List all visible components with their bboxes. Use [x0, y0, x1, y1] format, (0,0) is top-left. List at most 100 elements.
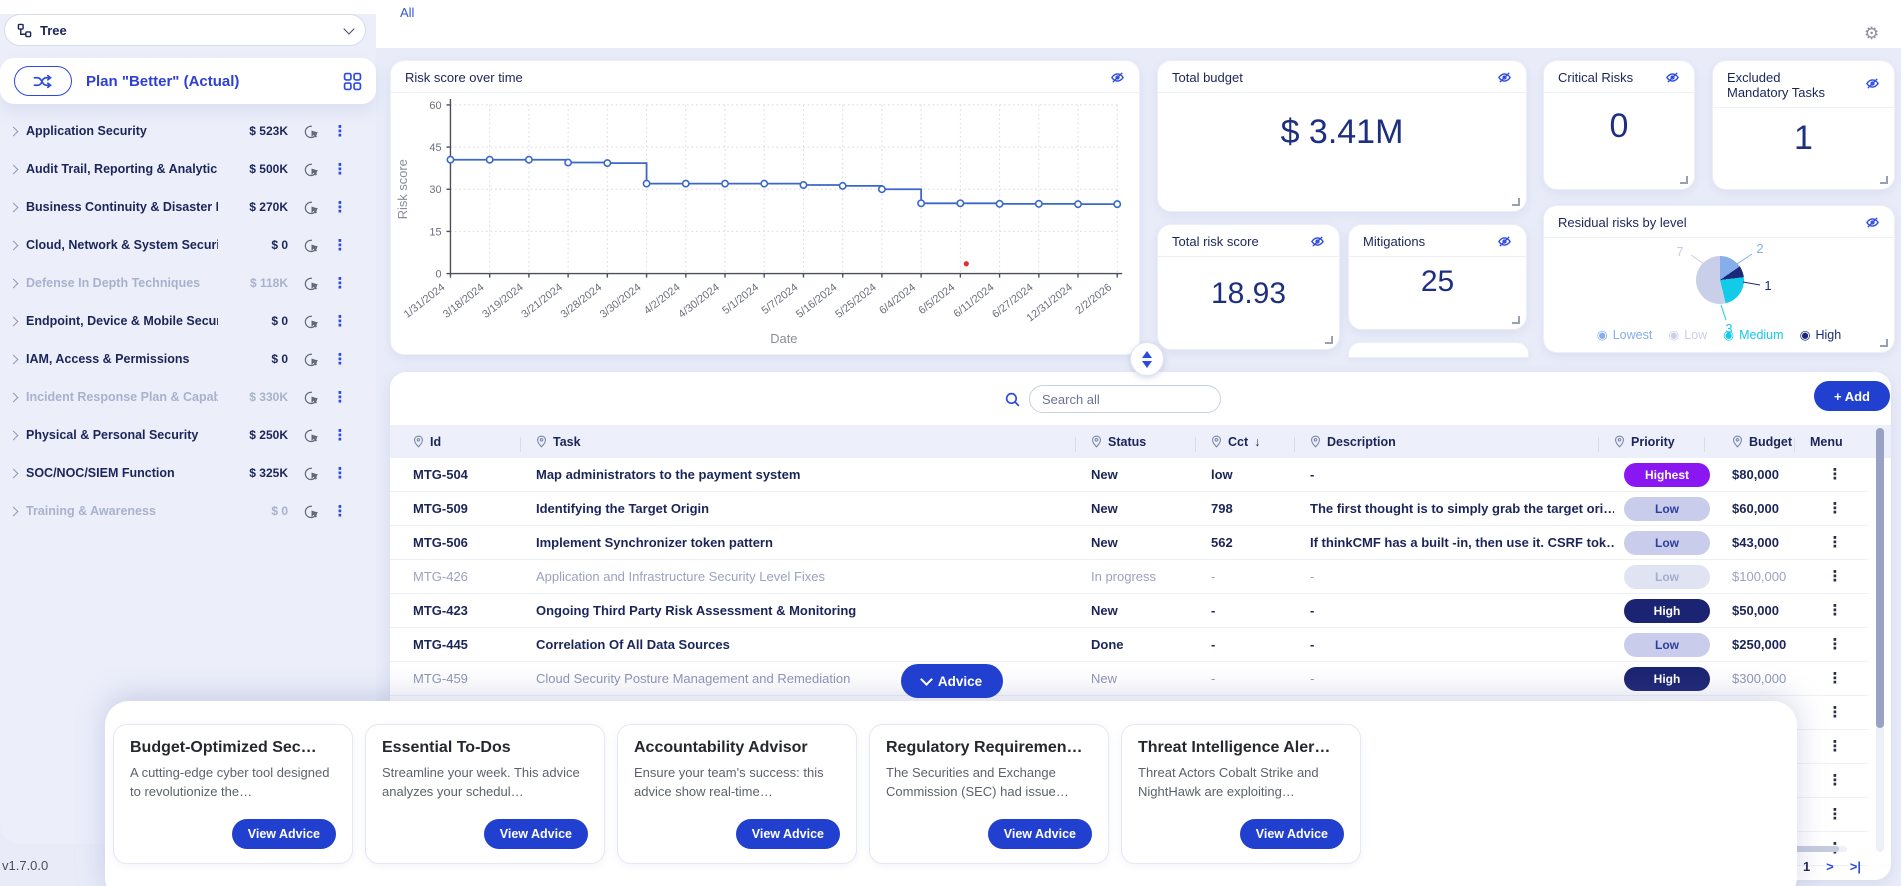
column-header-task[interactable]: Task: [536, 435, 1091, 449]
kebab-menu-icon[interactable]: ⋮: [328, 314, 352, 329]
kebab-menu-icon[interactable]: ⋮: [328, 124, 352, 139]
panel-resize-spinner[interactable]: [1130, 342, 1164, 376]
legend-item[interactable]: ◉ High: [1800, 327, 1842, 342]
table-row[interactable]: MTG-509 Identifying the Target Origin Ne…: [390, 492, 1868, 526]
view-advice-button[interactable]: View Advice: [484, 819, 588, 849]
next-page-icon[interactable]: >: [1826, 859, 1834, 874]
row-menu-icon[interactable]: ⋮: [1828, 467, 1843, 482]
risk-chart-card: Risk score over time 0153045601/31/20243…: [390, 60, 1140, 355]
sidebar-item[interactable]: SOC/NOC/SIEM Function $ 325K ⋮: [0, 454, 376, 492]
kebab-menu-icon[interactable]: ⋮: [328, 504, 352, 519]
sidebar-item[interactable]: Defense In Depth Techniques $ 118K ⋮: [0, 264, 376, 302]
page-number[interactable]: 1: [1803, 859, 1810, 874]
column-header-description[interactable]: Description: [1310, 435, 1614, 449]
row-menu-icon[interactable]: ⋮: [1828, 705, 1843, 720]
table-row[interactable]: MTG-459 Cloud Security Posture Managemen…: [390, 662, 1868, 696]
legend-item[interactable]: ◉ Lowest: [1597, 327, 1653, 342]
kebab-menu-icon[interactable]: ⋮: [328, 162, 352, 177]
chevron-right-icon[interactable]: [9, 126, 19, 136]
view-advice-button[interactable]: View Advice: [1240, 819, 1344, 849]
chevron-right-icon[interactable]: [9, 202, 19, 212]
sort-desc-icon[interactable]: ↓: [1254, 435, 1260, 449]
column-header-budget[interactable]: Budget: [1720, 435, 1810, 449]
sidebar-item[interactable]: Cloud, Network & System Security $ 0 ⋮: [0, 226, 376, 264]
kebab-menu-icon[interactable]: ⋮: [328, 276, 352, 291]
sidebar-item[interactable]: Audit Trail, Reporting & Analytics $ 500…: [0, 150, 376, 188]
view-advice-button[interactable]: View Advice: [988, 819, 1092, 849]
impact-pointer-icon[interactable]: [303, 465, 320, 482]
view-selector[interactable]: Tree: [4, 14, 366, 46]
row-menu-icon[interactable]: ⋮: [1828, 501, 1843, 516]
chevron-right-icon[interactable]: [9, 278, 19, 288]
last-page-icon[interactable]: >|: [1850, 859, 1861, 874]
sidebar-item[interactable]: Application Security $ 523K ⋮: [0, 112, 376, 150]
row-menu-icon[interactable]: ⋮: [1828, 569, 1843, 584]
table-row[interactable]: MTG-423 Ongoing Third Party Risk Assessm…: [390, 594, 1868, 628]
chevron-right-icon[interactable]: [9, 506, 19, 516]
column-header-cct[interactable]: Cct↓: [1211, 435, 1310, 449]
hide-widget-icon[interactable]: [1497, 70, 1512, 85]
gear-icon[interactable]: ⚙: [1864, 24, 1879, 44]
grid-view-icon[interactable]: [343, 72, 362, 91]
row-menu-icon[interactable]: ⋮: [1828, 671, 1843, 686]
row-menu-icon[interactable]: ⋮: [1828, 773, 1843, 788]
hide-widget-icon[interactable]: [1310, 234, 1325, 249]
kebab-menu-icon[interactable]: ⋮: [328, 200, 352, 215]
column-header-status[interactable]: Status: [1091, 435, 1211, 449]
advice-toggle-button[interactable]: Advice: [901, 664, 1003, 698]
row-menu-icon[interactable]: ⋮: [1828, 739, 1843, 754]
table-row[interactable]: MTG-445 Correlation Of All Data Sources …: [390, 628, 1868, 662]
row-menu-icon[interactable]: ⋮: [1828, 807, 1843, 822]
row-menu-icon[interactable]: ⋮: [1828, 637, 1843, 652]
kebab-menu-icon[interactable]: ⋮: [328, 466, 352, 481]
legend-item[interactable]: ◉ Low: [1668, 327, 1707, 342]
chevron-right-icon[interactable]: [9, 316, 19, 326]
chevron-right-icon[interactable]: [9, 430, 19, 440]
chevron-right-icon[interactable]: [9, 164, 19, 174]
hide-widget-icon[interactable]: [1110, 70, 1125, 85]
sidebar-item[interactable]: IAM, Access & Permissions $ 0 ⋮: [0, 340, 376, 378]
kebab-menu-icon[interactable]: ⋮: [328, 428, 352, 443]
add-button[interactable]: + Add: [1814, 381, 1890, 411]
impact-pointer-icon[interactable]: [303, 275, 320, 292]
impact-pointer-icon[interactable]: [303, 503, 320, 520]
column-header-id[interactable]: Id: [413, 435, 536, 449]
impact-pointer-icon[interactable]: [303, 161, 320, 178]
legend-item[interactable]: ◉ Medium: [1723, 327, 1783, 342]
impact-pointer-icon[interactable]: [303, 389, 320, 406]
kebab-menu-icon[interactable]: ⋮: [328, 352, 352, 367]
chevron-right-icon[interactable]: [9, 392, 19, 402]
impact-pointer-icon[interactable]: [303, 123, 320, 140]
table-row[interactable]: MTG-504 Map administrators to the paymen…: [390, 458, 1868, 492]
row-menu-icon[interactable]: ⋮: [1828, 535, 1843, 550]
hide-widget-icon[interactable]: [1497, 234, 1512, 249]
chevron-right-icon[interactable]: [9, 354, 19, 364]
chevron-right-icon[interactable]: [9, 468, 19, 478]
table-row[interactable]: MTG-506 Implement Synchronizer token pat…: [390, 526, 1868, 560]
sidebar-item[interactable]: Incident Response Plan & Capabilities $ …: [0, 378, 376, 416]
view-advice-button[interactable]: View Advice: [736, 819, 840, 849]
sidebar-item[interactable]: Physical & Personal Security $ 250K ⋮: [0, 416, 376, 454]
chevron-right-icon[interactable]: [9, 240, 19, 250]
vertical-scrollbar[interactable]: [1876, 428, 1884, 852]
scrollbar-thumb[interactable]: [1876, 428, 1884, 728]
view-advice-button[interactable]: View Advice: [232, 819, 336, 849]
sidebar-item[interactable]: Endpoint, Device & Mobile Security $ 0 ⋮: [0, 302, 376, 340]
kebab-menu-icon[interactable]: ⋮: [328, 390, 352, 405]
sidebar-item[interactable]: Training & Awareness $ 0 ⋮: [0, 492, 376, 530]
shuffle-plan-button[interactable]: [14, 66, 72, 96]
hide-widget-icon[interactable]: [1865, 76, 1880, 91]
row-menu-icon[interactable]: ⋮: [1828, 603, 1843, 618]
search-input[interactable]: [1029, 385, 1221, 413]
kebab-menu-icon[interactable]: ⋮: [328, 238, 352, 253]
table-row[interactable]: MTG-426 Application and Infrastructure S…: [390, 560, 1868, 594]
hide-widget-icon[interactable]: [1865, 215, 1880, 230]
impact-pointer-icon[interactable]: [303, 237, 320, 254]
impact-pointer-icon[interactable]: [303, 427, 320, 444]
impact-pointer-icon[interactable]: [303, 313, 320, 330]
sidebar-item[interactable]: Business Continuity & Disaster Recovery …: [0, 188, 376, 226]
hide-widget-icon[interactable]: [1665, 70, 1680, 85]
impact-pointer-icon[interactable]: [303, 199, 320, 216]
impact-pointer-icon[interactable]: [303, 351, 320, 368]
tab-all[interactable]: All: [400, 5, 414, 20]
